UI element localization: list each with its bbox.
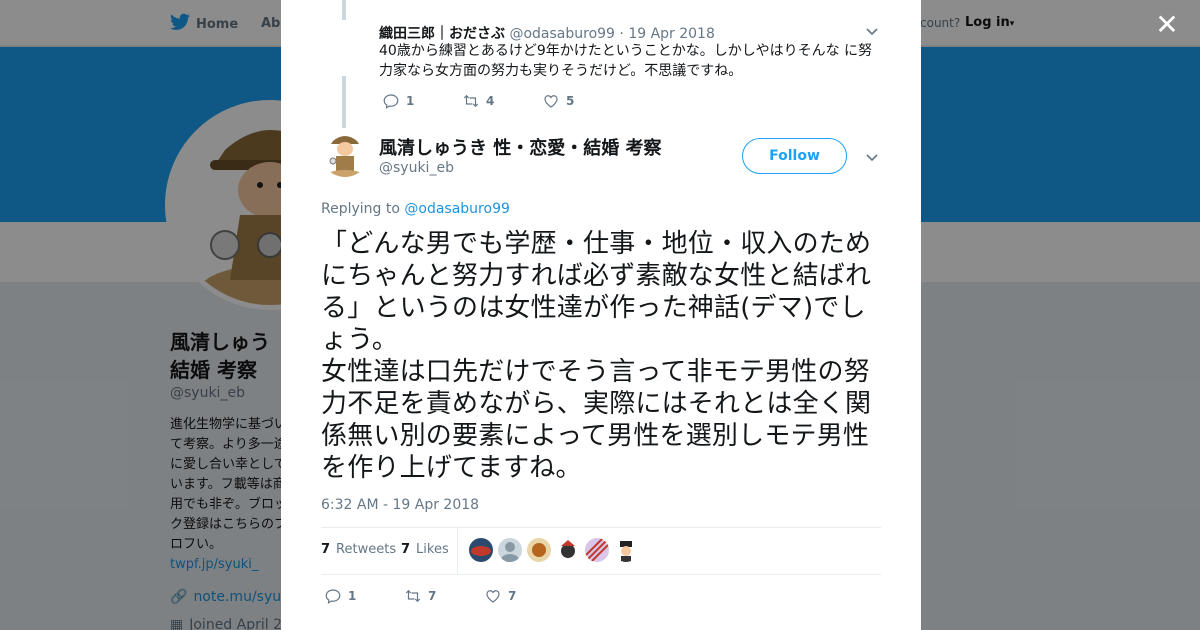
author-handle[interactable]: @syuki_eb	[379, 160, 454, 176]
retweet-button[interactable]: 4	[462, 92, 542, 110]
like-button[interactable]: 5	[542, 92, 622, 110]
retweet-count: 4	[486, 94, 495, 108]
reply-button[interactable]: 1	[324, 587, 404, 605]
retweet-icon	[405, 589, 421, 603]
tweet-timestamp[interactable]: 6:32 AM - 19 Apr 2018	[321, 497, 479, 513]
reply-author-name[interactable]: 織田三郎｜おださぶ	[379, 26, 505, 42]
likes-stat-count: 7	[401, 542, 411, 557]
retweet-button[interactable]: 7	[404, 587, 484, 605]
tweet-modal: 織田三郎｜おださぶ @odasaburo99 · 19 Apr 2018 40歳…	[281, 0, 921, 630]
tweet-stats: 7 Retweets 7 Likes	[321, 527, 881, 575]
reply-button[interactable]: 1	[382, 92, 462, 110]
reply-icon	[383, 94, 399, 109]
thread-line	[342, 0, 346, 20]
reply-author-handle[interactable]: @odasaburo99	[509, 26, 615, 42]
tweet-text-paragraph: 女性達は口先だけでそう言って非モテ男性の努力不足を責めながら、実際にはそれとは全…	[321, 357, 872, 483]
liker-avatar[interactable]	[527, 538, 551, 562]
chevron-down-icon[interactable]	[864, 23, 880, 39]
tweet-text: 「どんな男でも学歴・仕事・地位・収入のためにちゃんと努力すれば必ず素敵な女性と結…	[321, 228, 883, 484]
reply-tweet-text: 40歳から練習とあるけど9年かけたということかな。しかしやはりそんな に努力家な…	[379, 43, 873, 79]
replying-to: Replying to @odasaburo99	[321, 201, 510, 217]
reply-count: 1	[406, 94, 415, 108]
liker-avatars	[469, 538, 638, 562]
tweet-text-paragraph: 「どんな男でも学歴・仕事・地位・収入のためにちゃんと努力すれば必ず素敵な女性と結…	[321, 229, 872, 355]
like-button[interactable]: 7	[484, 587, 564, 605]
retweets-stat-count: 7	[321, 542, 331, 557]
reply-date[interactable]: 19 Apr 2018	[628, 26, 715, 42]
stats-divider	[457, 528, 458, 574]
separator-dot: ·	[619, 26, 624, 42]
liker-avatar[interactable]	[469, 538, 493, 562]
retweet-icon	[463, 94, 479, 108]
likes-stat[interactable]: 7 Likes	[401, 542, 449, 557]
liker-avatar[interactable]	[498, 538, 522, 562]
replying-to-label: Replying to	[321, 201, 400, 217]
like-count: 5	[566, 94, 575, 108]
liker-avatar[interactable]	[614, 538, 638, 562]
replying-to-link[interactable]: @odasaburo99	[404, 201, 510, 217]
thread-line	[342, 76, 346, 128]
heart-icon	[544, 95, 558, 108]
reply-tweet-header: 織田三郎｜おださぶ @odasaburo99 · 19 Apr 2018	[379, 23, 715, 43]
author-avatar[interactable]	[321, 129, 369, 177]
chevron-down-icon[interactable]	[864, 149, 880, 165]
reply-count: 1	[348, 589, 357, 603]
heart-icon	[486, 590, 500, 603]
like-count: 7	[508, 589, 517, 603]
retweets-stat-label: Retweets	[336, 542, 397, 557]
liker-avatar[interactable]	[585, 538, 609, 562]
retweets-stat[interactable]: 7 Retweets	[321, 542, 396, 557]
likes-stat-label: Likes	[416, 542, 449, 557]
tweet-actions: 1 7 7	[324, 587, 564, 605]
reply-tweet-actions: 1 4 5	[382, 92, 622, 110]
close-icon[interactable]: ✕	[1155, 11, 1179, 39]
reply-icon	[325, 589, 341, 604]
follow-button[interactable]: Follow	[742, 138, 847, 174]
liker-avatar[interactable]	[556, 538, 580, 562]
retweet-count: 7	[428, 589, 437, 603]
author-name[interactable]: 風清しゅうき 性・恋愛・結婚 考察	[379, 134, 662, 160]
